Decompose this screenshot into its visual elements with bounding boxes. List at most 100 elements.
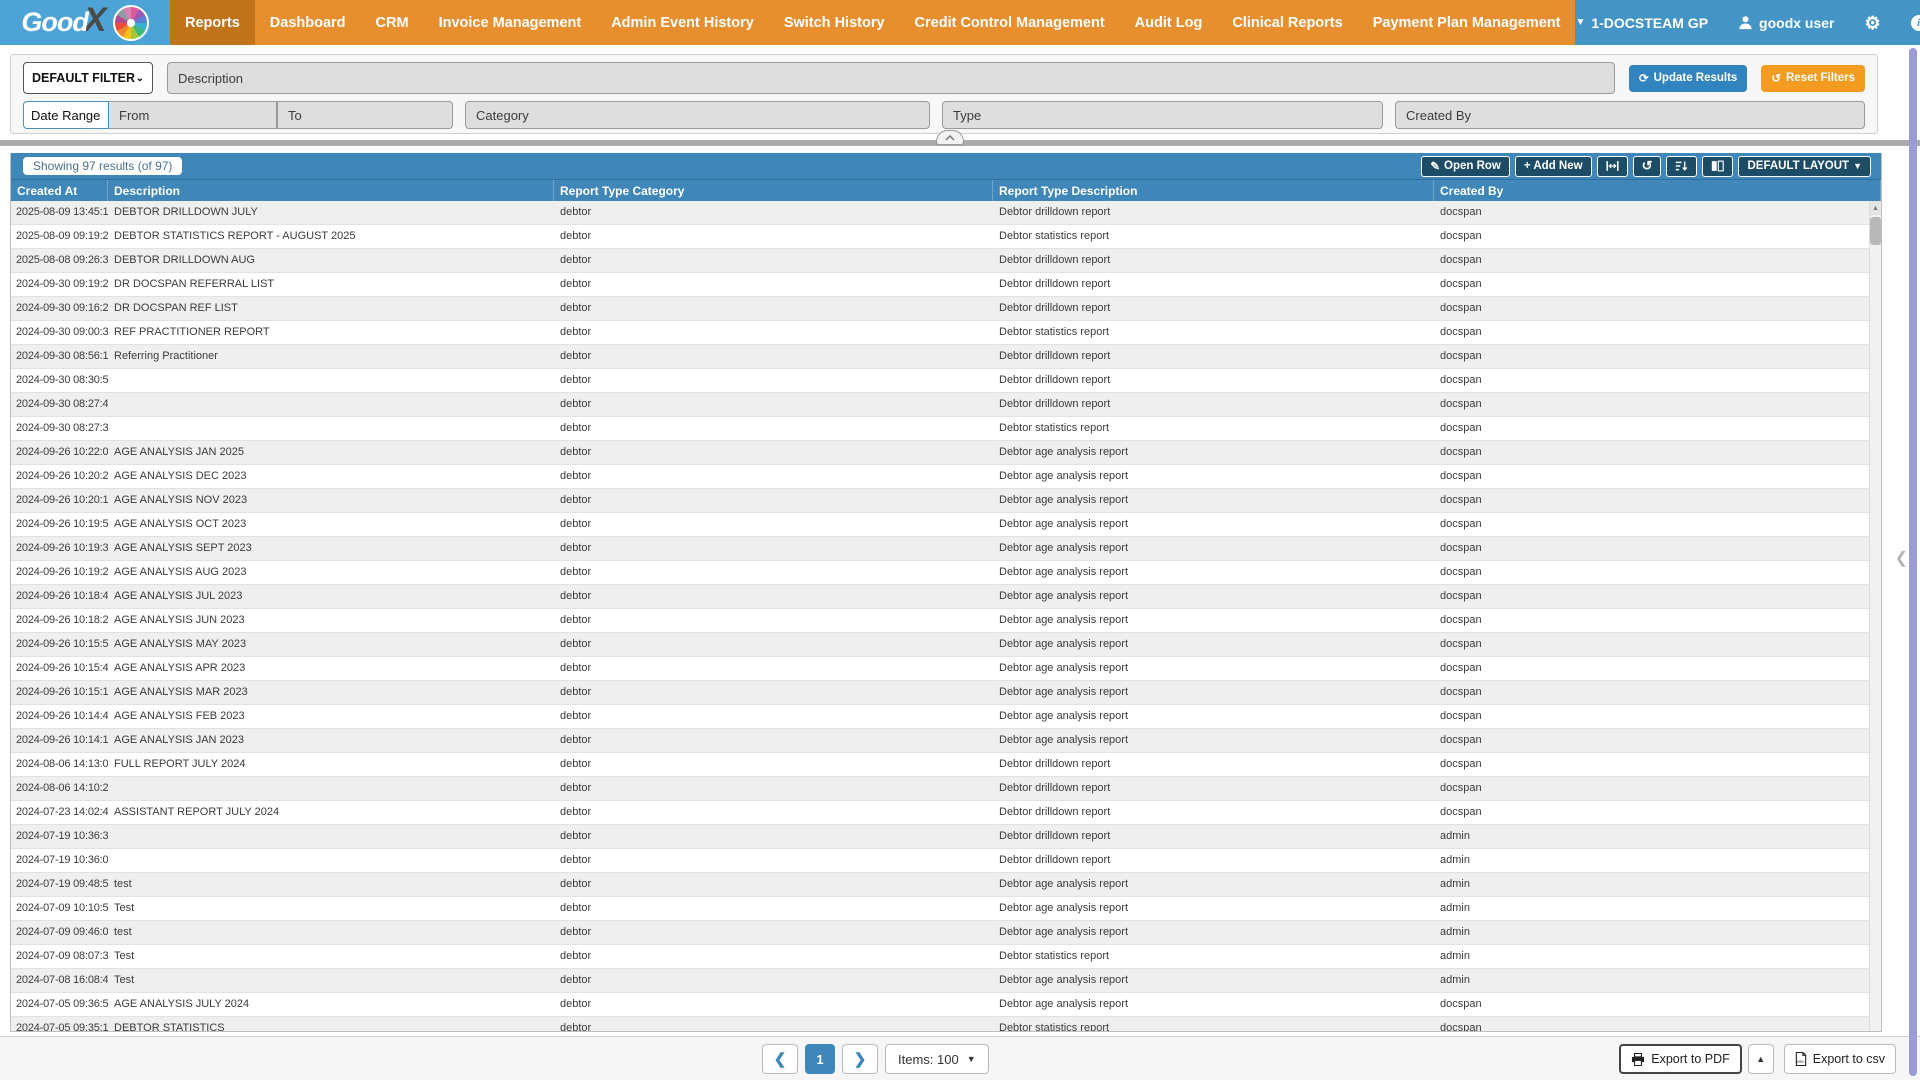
nav-menu-item[interactable]: Payment Plan Management xyxy=(1358,0,1576,45)
export-csv-button[interactable]: csv Export to csv xyxy=(1784,1044,1896,1074)
export-pdf-button[interactable]: Export to PDF xyxy=(1619,1044,1742,1074)
table-row[interactable]: 2025-08-09 09:19:24 DEBTOR STATISTICS RE… xyxy=(11,225,1881,249)
scroll-up-arrow[interactable]: ▲ xyxy=(1870,201,1881,215)
table-row[interactable]: 2024-07-09 09:46:04 test debtor Debtor a… xyxy=(11,921,1881,945)
table-row[interactable]: 2024-09-30 08:27:33 debtor Debtor statis… xyxy=(11,417,1881,441)
about-button[interactable]: i About xyxy=(1911,15,1920,31)
table-row[interactable]: 2024-08-06 14:13:00 FULL REPORT JULY 202… xyxy=(11,753,1881,777)
cell-created-by: admin xyxy=(1434,873,1881,896)
description-filter-input[interactable] xyxy=(167,62,1615,94)
cell-description: AGE ANALYSIS JAN 2023 xyxy=(108,729,554,752)
cell-created-by: docspan xyxy=(1434,297,1881,320)
cell-description: DR DOCSPAN REF LIST xyxy=(108,297,554,320)
cell-created-by: docspan xyxy=(1434,369,1881,392)
update-results-button[interactable]: ⟳ Update Results xyxy=(1629,65,1747,92)
table-row[interactable]: 2024-09-30 09:00:30 REF PRACTITIONER REP… xyxy=(11,321,1881,345)
table-row[interactable]: 2024-09-26 10:19:38 AGE ANALYSIS SEPT 20… xyxy=(11,537,1881,561)
columns-button[interactable] xyxy=(1702,156,1733,177)
table-row[interactable]: 2024-09-30 08:56:10 Referring Practition… xyxy=(11,345,1881,369)
type-filter-input[interactable] xyxy=(942,101,1383,129)
table-row[interactable]: 2024-07-23 14:02:46 ASSISTANT REPORT JUL… xyxy=(11,801,1881,825)
cell-description: AGE ANALYSIS JUL 2023 xyxy=(108,585,554,608)
cell-created-at: 2024-09-26 10:18:47 xyxy=(11,585,108,608)
table-row[interactable]: 2024-07-08 16:08:48 Test debtor Debtor a… xyxy=(11,969,1881,993)
export-pdf-options-button[interactable]: ▲ xyxy=(1748,1044,1774,1074)
cell-description: AGE ANALYSIS DEC 2023 xyxy=(108,465,554,488)
date-from-input[interactable] xyxy=(109,101,277,129)
table-row[interactable]: 2025-08-09 13:45:16 DEBTOR DRILLDOWN JUL… xyxy=(11,201,1881,225)
table-row[interactable]: 2024-07-19 10:36:04 debtor Debtor drilld… xyxy=(11,849,1881,873)
cell-description: ASSISTANT REPORT JULY 2024 xyxy=(108,801,554,824)
table-scrollbar[interactable]: ▲ xyxy=(1869,201,1881,1031)
table-row[interactable]: 2024-07-05 09:35:19 DEBTOR STATISTICS de… xyxy=(11,1017,1881,1032)
table-row[interactable]: 2024-07-09 08:07:30 Test debtor Debtor s… xyxy=(11,945,1881,969)
table-row[interactable]: 2024-09-26 10:20:11 AGE ANALYSIS NOV 202… xyxy=(11,489,1881,513)
cell-created-by: docspan xyxy=(1434,321,1881,344)
add-new-button[interactable]: + Add New xyxy=(1515,156,1592,177)
next-page-button[interactable]: ❯ xyxy=(842,1044,878,1074)
table-row[interactable]: 2024-09-26 10:19:57 AGE ANALYSIS OCT 202… xyxy=(11,513,1881,537)
page-scrollbar[interactable] xyxy=(1909,48,1917,1076)
table-row[interactable]: 2024-07-05 09:36:54 AGE ANALYSIS JULY 20… xyxy=(11,993,1881,1017)
table-row[interactable]: 2024-08-06 14:10:23 debtor Debtor drilld… xyxy=(11,777,1881,801)
nav-menu-item[interactable]: Clinical Reports xyxy=(1217,0,1357,45)
date-to-input[interactable] xyxy=(277,101,453,129)
table-row[interactable]: 2024-09-30 08:27:43 debtor Debtor drilld… xyxy=(11,393,1881,417)
settings-gear-icon[interactable]: ⚙ xyxy=(1865,14,1881,32)
date-range-group: Date Range xyxy=(23,101,453,129)
nav-menu-item[interactable]: Reports xyxy=(170,0,255,45)
table-row[interactable]: 2024-09-30 09:16:29 DR DOCSPAN REF LIST … xyxy=(11,297,1881,321)
column-header[interactable]: Report Type Category xyxy=(554,180,993,201)
cell-description xyxy=(108,777,554,800)
table-row[interactable]: 2024-07-19 09:48:56 test debtor Debtor a… xyxy=(11,873,1881,897)
nav-menu-item[interactable]: Audit Log xyxy=(1120,0,1218,45)
cell-type-description: Debtor age analysis report xyxy=(993,897,1434,920)
page-number-button[interactable]: 1 xyxy=(805,1044,835,1074)
layout-select-button[interactable]: DEFAULT LAYOUT ▼ xyxy=(1738,156,1871,177)
nav-menu-item[interactable]: Credit Control Management xyxy=(900,0,1120,45)
cell-created-at: 2024-07-19 10:36:04 xyxy=(11,849,108,872)
refresh-layout-button[interactable]: ↺ xyxy=(1633,156,1662,177)
nav-menu-item[interactable]: CRM xyxy=(361,0,424,45)
table-row[interactable]: 2024-09-26 10:15:10 AGE ANALYSIS MAR 202… xyxy=(11,681,1881,705)
table-row[interactable]: 2024-09-30 08:30:51 debtor Debtor drilld… xyxy=(11,369,1881,393)
table-row[interactable]: 2024-09-26 10:20:25 AGE ANALYSIS DEC 202… xyxy=(11,465,1881,489)
column-header[interactable]: Created By xyxy=(1434,180,1881,201)
cell-type-description: Debtor age analysis report xyxy=(993,561,1434,584)
table-row[interactable]: 2024-07-09 10:10:50 Test debtor Debtor a… xyxy=(11,897,1881,921)
user-menu[interactable]: goodx user xyxy=(1738,15,1834,31)
sort-button[interactable] xyxy=(1666,156,1697,177)
column-header[interactable]: Report Type Description xyxy=(993,180,1434,201)
table-row[interactable]: 2024-09-26 10:14:43 AGE ANALYSIS FEB 202… xyxy=(11,705,1881,729)
goodx-logo[interactable]: Good X xyxy=(0,0,170,45)
category-filter-input[interactable] xyxy=(465,101,930,129)
scrollbar-thumb[interactable] xyxy=(1870,217,1881,245)
items-per-page-select[interactable]: Items: 100 ▼ xyxy=(885,1044,989,1074)
table-row[interactable]: 2024-09-26 10:18:29 AGE ANALYSIS JUN 202… xyxy=(11,609,1881,633)
table-row[interactable]: 2024-09-26 10:15:41 AGE ANALYSIS APR 202… xyxy=(11,657,1881,681)
nav-menu-item[interactable]: Switch History xyxy=(769,0,900,45)
nav-menu-item[interactable]: Admin Event History xyxy=(596,0,769,45)
side-panel-expand-chevron[interactable]: ❮ xyxy=(1895,548,1908,568)
prev-page-button[interactable]: ❮ xyxy=(762,1044,798,1074)
table-row[interactable]: 2024-09-26 10:18:47 AGE ANALYSIS JUL 202… xyxy=(11,585,1881,609)
column-header[interactable]: Created At xyxy=(11,180,108,201)
table-row[interactable]: 2024-09-26 10:19:20 AGE ANALYSIS AUG 202… xyxy=(11,561,1881,585)
table-row[interactable]: 2025-08-08 09:26:39 DEBTOR DRILLDOWN AUG… xyxy=(11,249,1881,273)
nav-menu-item[interactable]: Dashboard xyxy=(255,0,361,45)
created-by-filter-input[interactable] xyxy=(1395,101,1865,129)
table-row[interactable]: 2024-09-30 09:19:24 DR DOCSPAN REFERRAL … xyxy=(11,273,1881,297)
open-row-button[interactable]: ✎ Open Row xyxy=(1421,156,1510,177)
table-row[interactable]: 2024-09-26 10:14:13 AGE ANALYSIS JAN 202… xyxy=(11,729,1881,753)
table-row[interactable]: 2024-09-26 10:15:58 AGE ANALYSIS MAY 202… xyxy=(11,633,1881,657)
collapse-filters-toggle[interactable] xyxy=(936,130,964,145)
saved-filter-select[interactable]: DEFAULT FILTER ⌄ xyxy=(23,62,153,94)
column-header[interactable]: Description xyxy=(108,180,554,201)
cell-created-by: docspan xyxy=(1434,441,1881,464)
fit-columns-button[interactable] xyxy=(1597,156,1628,177)
table-row[interactable]: 2024-09-26 10:22:00 AGE ANALYSIS JAN 202… xyxy=(11,441,1881,465)
practice-selector[interactable]: ▼ 1-DOCSTEAM GP xyxy=(1575,15,1708,31)
table-row[interactable]: 2024-07-19 10:36:37 debtor Debtor drilld… xyxy=(11,825,1881,849)
reset-filters-button[interactable]: ↺ Reset Filters xyxy=(1761,65,1865,92)
nav-menu-item[interactable]: Invoice Management xyxy=(424,0,597,45)
